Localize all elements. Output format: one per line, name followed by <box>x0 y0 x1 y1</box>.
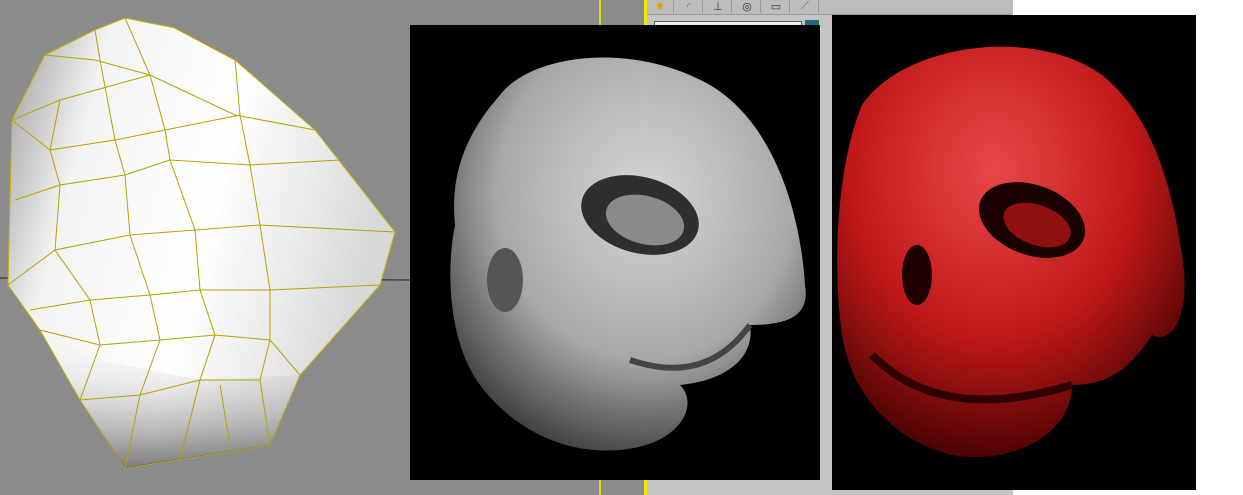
render-gray-clay <box>410 25 820 480</box>
display-icon[interactable]: ▭ <box>763 0 790 13</box>
command-panel-tabs: ✸ ◜ ⊥ ◎ ▭ ⟋ <box>647 0 1013 15</box>
hierarchy-icon[interactable]: ⊥ <box>705 0 732 13</box>
render-red-material <box>832 15 1196 490</box>
motion-icon[interactable]: ◎ <box>734 0 761 13</box>
create-light-icon[interactable]: ✸ <box>647 0 674 13</box>
modify-curve-icon[interactable]: ◜ <box>676 0 703 13</box>
utilities-hammer-icon[interactable]: ⟋ <box>792 0 819 13</box>
